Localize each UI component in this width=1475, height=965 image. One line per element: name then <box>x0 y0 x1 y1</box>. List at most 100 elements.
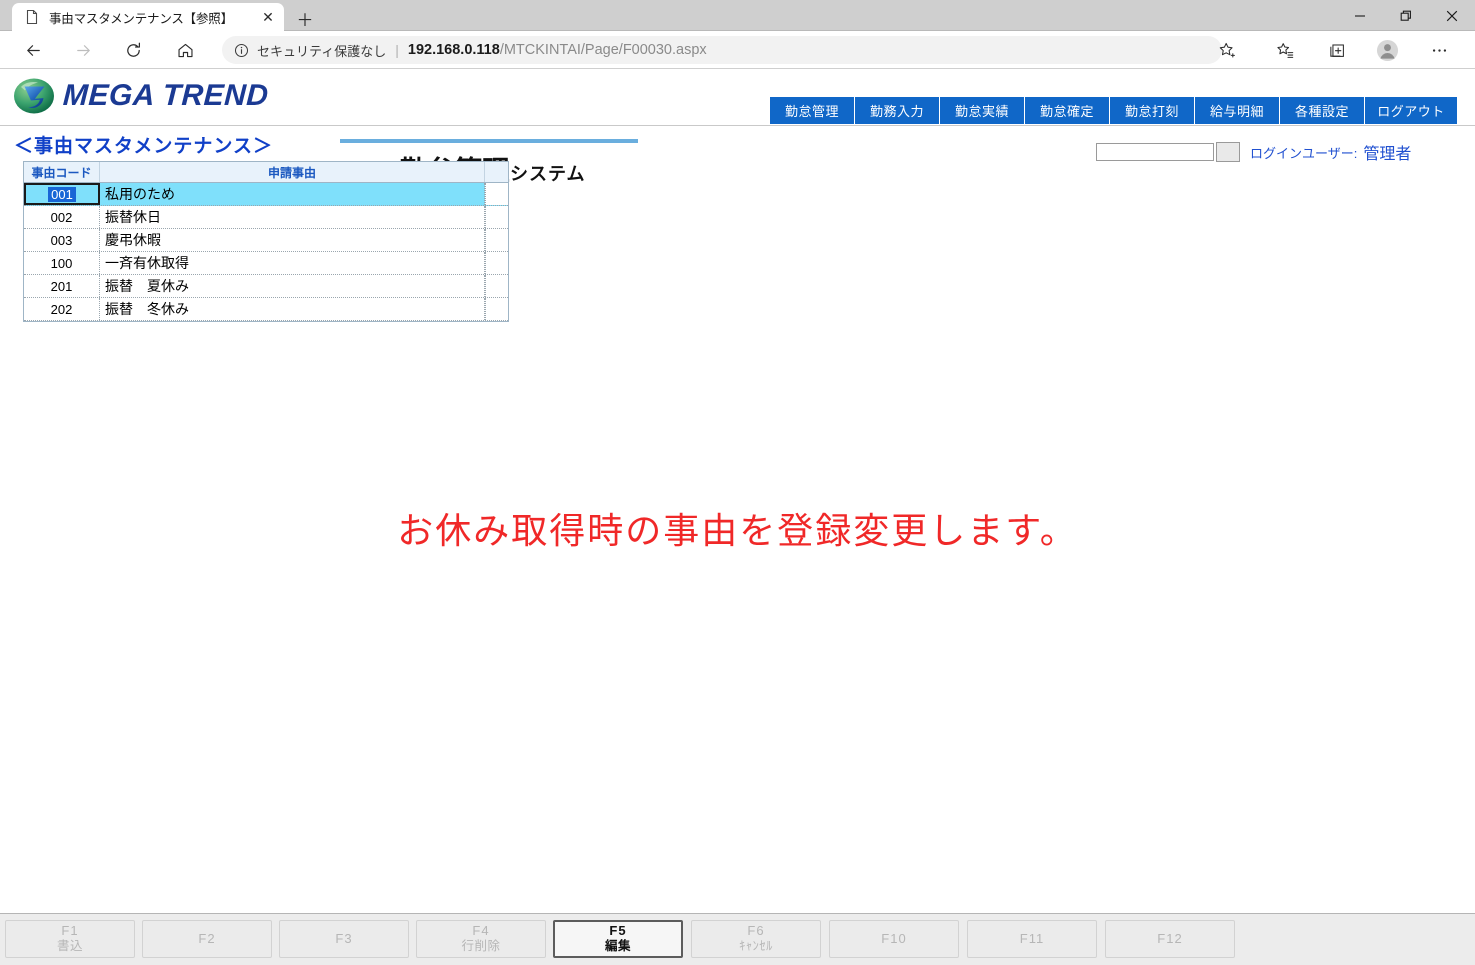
browser-window: 事由マスタメンテナンス【参照】 ✕ ＋ セキュリティ保護なし | 192.168… <box>0 0 1475 965</box>
function-key-bar: F1 書込 F2 F3 F4 行削除 F5 編集 F6 ｷｬﾝｾﾙ F10 F1… <box>0 913 1475 965</box>
collections-icon[interactable] <box>1322 35 1352 65</box>
grid-cell-code[interactable]: 003 <box>24 229 100 251</box>
app-logo: MEGA TREND <box>12 74 269 118</box>
function-key-f2: F2 <box>142 920 272 958</box>
system-title-sub: システム <box>510 164 586 184</box>
forward-arrow-icon <box>68 35 98 65</box>
function-key-f12: F12 <box>1105 920 1235 958</box>
table-row[interactable]: 100 一斉有休取得 <box>24 252 508 275</box>
window-controls <box>1337 0 1475 31</box>
table-row[interactable]: 201 振替 夏休み <box>24 275 508 298</box>
grid-cell-spacer <box>485 252 508 274</box>
restore-icon[interactable] <box>1383 0 1429 31</box>
security-status: セキュリティ保護なし <box>257 43 387 59</box>
info-icon[interactable] <box>234 43 249 58</box>
grid-header-code: 事由コード <box>24 162 100 182</box>
function-key-f12-key: F12 <box>1157 930 1183 946</box>
function-key-f11-key: F11 <box>1019 930 1045 946</box>
login-user-name: 管理者 <box>1363 146 1412 163</box>
header-search-button[interactable] <box>1216 142 1240 162</box>
function-key-f6-label: ｷｬﾝｾﾙ <box>739 939 773 954</box>
header-search-input[interactable] <box>1096 143 1214 161</box>
nav-item-kakushu-settei[interactable]: 各種設定 <box>1280 97 1365 124</box>
grid-cell-reason[interactable]: 私用のため <box>100 183 485 205</box>
grid-cell-spacer <box>485 206 508 228</box>
grid-cell-code[interactable]: 100 <box>24 252 100 274</box>
function-key-f10-key: F10 <box>881 930 907 946</box>
grid-cell-spacer <box>485 229 508 251</box>
nav-item-kinmu-nyuryoku[interactable]: 勤務入力 <box>855 97 940 124</box>
function-key-f3-key: F3 <box>335 930 353 946</box>
function-key-f3: F3 <box>279 920 409 958</box>
function-key-f4-key: F4 <box>472 923 490 939</box>
back-arrow-icon[interactable] <box>18 35 48 65</box>
table-row[interactable]: 002 振替休日 <box>24 206 508 229</box>
reason-master-grid: 事由コード 申請事由 001 私用のため 002 振替休日 003 慶弔休暇 1… <box>23 161 509 322</box>
minimize-icon[interactable] <box>1337 0 1383 31</box>
function-key-f6: F6 ｷｬﾝｾﾙ <box>691 920 821 958</box>
grid-header-spacer <box>485 162 508 182</box>
address-separator: | <box>395 42 399 58</box>
mega-trend-swirl-icon <box>12 74 56 118</box>
nav-item-logout[interactable]: ログアウト <box>1365 97 1457 124</box>
address-bar[interactable]: セキュリティ保護なし | 192.168.0.118/MTCKINTAI/Pag… <box>222 36 1222 64</box>
more-options-icon[interactable] <box>1424 35 1454 65</box>
table-row[interactable]: 003 慶弔休暇 <box>24 229 508 252</box>
function-key-f5-label: 編集 <box>604 939 631 954</box>
function-key-f11: F11 <box>967 920 1097 958</box>
function-key-f1-label: 書込 <box>56 939 83 954</box>
grid-cell-code[interactable]: 201 <box>24 275 100 297</box>
page-title: ＜事由マスタメンテナンス＞ <box>14 136 274 157</box>
nav-item-kyuyo-meisai[interactable]: 給与明細 <box>1195 97 1280 124</box>
function-key-f10: F10 <box>829 920 959 958</box>
nav-item-kintai-kanri[interactable]: 勤怠管理 <box>770 97 855 124</box>
grid-cell-reason[interactable]: 振替 冬休み <box>100 298 485 320</box>
star-add-icon[interactable] <box>1212 35 1242 65</box>
grid-cell-spacer <box>485 183 508 205</box>
browser-toolbar: セキュリティ保護なし | 192.168.0.118/MTCKINTAI/Pag… <box>0 31 1475 69</box>
function-key-f5[interactable]: F5 編集 <box>553 920 683 958</box>
close-tab-icon[interactable]: ✕ <box>258 7 278 27</box>
grid-cell-reason[interactable]: 振替 夏休み <box>100 275 485 297</box>
grid-cell-spacer <box>485 298 508 320</box>
close-window-icon[interactable] <box>1429 0 1475 31</box>
app-logo-text: MEGA TREND <box>62 79 270 112</box>
grid-header-reason: 申請事由 <box>100 162 485 182</box>
address-url: 192.168.0.118/MTCKINTAI/Page/F00030.aspx <box>408 42 707 58</box>
nav-item-kintai-dakoku[interactable]: 勤怠打刻 <box>1110 97 1195 124</box>
table-row[interactable]: 001 私用のため <box>24 183 508 206</box>
new-tab-icon[interactable]: ＋ <box>292 6 318 30</box>
title-accent-rule <box>340 139 638 143</box>
function-key-f6-key: F6 <box>747 923 765 939</box>
grid-cell-spacer <box>485 275 508 297</box>
reload-icon[interactable] <box>118 35 148 65</box>
table-row[interactable]: 202 振替 冬休み <box>24 298 508 321</box>
function-key-f1: F1 書込 <box>5 920 135 958</box>
browser-tab[interactable]: 事由マスタメンテナンス【参照】 ✕ <box>12 3 284 31</box>
grid-cell-code[interactable]: 001 <box>24 183 100 205</box>
browser-title-bar: 事由マスタメンテナンス【参照】 ✕ ＋ <box>0 0 1475 31</box>
grid-cell-reason[interactable]: 振替休日 <box>100 206 485 228</box>
function-key-f4: F4 行削除 <box>416 920 546 958</box>
grid-cell-code[interactable]: 002 <box>24 206 100 228</box>
grid-cell-code[interactable]: 202 <box>24 298 100 320</box>
function-key-f4-label: 行削除 <box>461 939 501 954</box>
function-key-f5-key: F5 <box>609 923 627 939</box>
profile-avatar-icon[interactable] <box>1372 35 1402 65</box>
favorites-list-icon[interactable] <box>1270 35 1300 65</box>
main-nav: 勤怠管理 勤務入力 勤怠実績 勤怠確定 勤怠打刻 給与明細 各種設定 ログアウト <box>770 97 1457 124</box>
tab-title: 事由マスタメンテナンス【参照】 <box>49 11 233 26</box>
grid-header-row: 事由コード 申請事由 <box>24 162 508 183</box>
grid-cell-reason[interactable]: 慶弔休暇 <box>100 229 485 251</box>
url-path: /MTCKINTAI/Page/F00030.aspx <box>499 42 707 58</box>
url-host: 192.168.0.118 <box>407 42 500 58</box>
nav-item-kintai-jisseki[interactable]: 勤怠実績 <box>940 97 1025 124</box>
home-icon[interactable] <box>170 35 200 65</box>
function-key-f2-key: F2 <box>198 930 216 946</box>
nav-item-kintai-kakutei[interactable]: 勤怠確定 <box>1025 97 1110 124</box>
function-key-f1-key: F1 <box>61 923 79 939</box>
instruction-message: お休み取得時の事由を登録変更します。 <box>397 510 1078 551</box>
grid-cell-reason[interactable]: 一斉有休取得 <box>100 252 485 274</box>
login-user-label: ログインユーザー: <box>1250 145 1358 161</box>
grid-cell-code-text: 001 <box>48 186 76 202</box>
